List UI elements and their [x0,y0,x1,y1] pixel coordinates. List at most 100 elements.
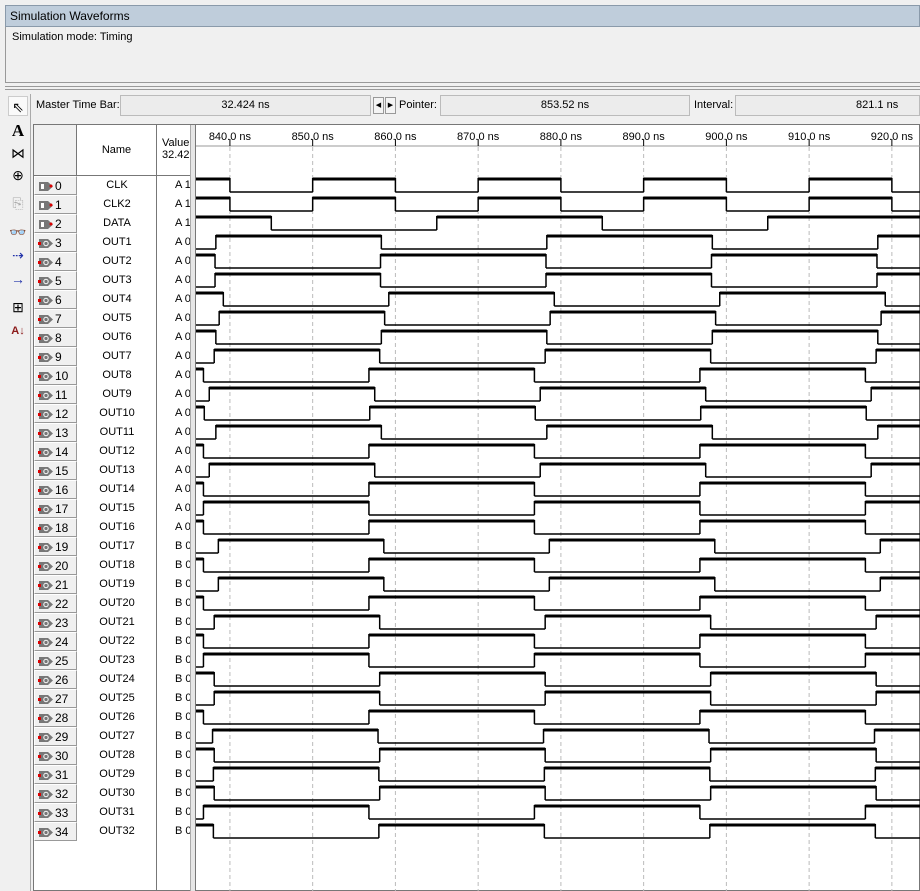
signal-row[interactable]: 14 OUT12 A 0 [34,442,190,461]
signal-name[interactable]: OUT30 [77,787,157,799]
signal-name[interactable]: OUT27 [77,730,157,742]
sort-az-icon[interactable]: A↓ [8,321,28,341]
signal-row[interactable]: 22 OUT20 B 0 [34,594,190,613]
pointer-icon[interactable]: ⇖ [8,96,28,116]
signal-row[interactable]: 16 OUT14 A 0 [34,480,190,499]
simulation-mode-text: Simulation mode: Timing [12,31,133,43]
signal-name[interactable]: OUT24 [77,673,157,685]
signal-index: 27 [55,692,69,706]
time-bar-prev-button[interactable]: ◀ [373,97,384,114]
signal-name[interactable]: CLK2 [77,198,157,210]
signal-row[interactable]: 20 OUT18 B 0 [34,556,190,575]
pane-splitter[interactable] [5,86,920,90]
signal-name[interactable]: OUT19 [77,578,157,590]
signal-name[interactable]: OUT7 [77,350,157,362]
interval-field[interactable]: 821.1 ns [735,95,920,116]
output-pin-icon: 33 [34,803,77,822]
signal-row[interactable]: 0 CLK A 1 [34,176,190,195]
signal-row[interactable]: 12 OUT10 A 0 [34,404,190,423]
signal-name[interactable]: OUT23 [77,654,157,666]
value-column-header[interactable]: Value 32.42 [157,125,190,176]
signal-name[interactable]: OUT6 [77,331,157,343]
signal-name[interactable]: OUT18 [77,559,157,571]
signal-value: A 0 [175,293,190,305]
signal-row[interactable]: 24 OUT22 B 0 [34,632,190,651]
signal-name[interactable]: OUT25 [77,692,157,704]
signal-name[interactable]: OUT28 [77,749,157,761]
signal-index: 23 [55,616,69,630]
signal-name[interactable]: OUT12 [77,445,157,457]
signal-name[interactable]: OUT21 [77,616,157,628]
signal-index: 17 [55,502,69,516]
signal-row[interactable]: 18 OUT16 A 0 [34,518,190,537]
signal-row[interactable]: 6 OUT4 A 0 [34,290,190,309]
time-tick-label: 920.0 ns [871,131,914,143]
signal-name[interactable]: OUT14 [77,483,157,495]
signal-row[interactable]: 30 OUT28 B 0 [34,746,190,765]
pointer-field[interactable]: 853.52 ns [440,95,690,116]
signal-name[interactable]: OUT16 [77,521,157,533]
find-icon[interactable]: 👓 [8,222,28,242]
master-time-bar-field[interactable]: 32.424 ns [120,95,371,116]
signal-name[interactable]: OUT32 [77,825,157,837]
signal-name[interactable]: OUT2 [77,255,157,267]
signal-name[interactable]: OUT8 [77,369,157,381]
signal-row[interactable]: 29 OUT27 B 0 [34,727,190,746]
signal-name[interactable]: OUT11 [77,426,157,438]
signal-name[interactable]: OUT20 [77,597,157,609]
signal-name[interactable]: DATA [77,217,157,229]
signal-row[interactable]: 3 OUT1 A 0 [34,233,190,252]
signal-row[interactable]: 26 OUT24 B 0 [34,670,190,689]
output-pin-icon: 13 [34,423,77,442]
signal-name[interactable]: OUT4 [77,293,157,305]
signal-row[interactable]: 19 OUT17 B 0 [34,537,190,556]
signal-name[interactable]: OUT15 [77,502,157,514]
signal-row[interactable]: 23 OUT21 B 0 [34,613,190,632]
signal-row[interactable]: 5 OUT3 A 0 [34,271,190,290]
signal-row[interactable]: 7 OUT5 A 0 [34,309,190,328]
signal-name[interactable]: OUT5 [77,312,157,324]
signal-name[interactable]: OUT1 [77,236,157,248]
time-tick-label: 860.0 ns [374,131,417,143]
zoom-icon[interactable]: ⊕ [8,165,28,185]
signal-row[interactable]: 17 OUT15 A 0 [34,499,190,518]
output-pin-icon: 10 [34,366,77,385]
signal-name[interactable]: OUT22 [77,635,157,647]
signal-name[interactable]: OUT9 [77,388,157,400]
signal-row[interactable]: 32 OUT30 B 0 [34,784,190,803]
signal-row[interactable]: 33 OUT31 B 0 [34,803,190,822]
signal-row[interactable]: 34 OUT32 B 0 [34,822,190,841]
signal-row[interactable]: 27 OUT25 B 0 [34,689,190,708]
grid-snap-icon[interactable]: ⊞ [8,297,28,317]
signal-row[interactable]: 31 OUT29 B 0 [34,765,190,784]
signal-name[interactable]: OUT13 [77,464,157,476]
waveform-edit-icon[interactable]: ⋈ [8,143,28,163]
signal-row[interactable]: 2 DATA A 1 [34,214,190,233]
signal-row[interactable]: 25 OUT23 B 0 [34,651,190,670]
signal-row[interactable]: 28 OUT26 B 0 [34,708,190,727]
arrow-right-icon[interactable]: → [8,269,28,289]
time-bar-next-button[interactable]: ▶ [385,97,396,114]
text-tool-icon[interactable]: A [8,121,28,141]
signal-name[interactable]: OUT31 [77,806,157,818]
signal-row[interactable]: 11 OUT9 A 0 [34,385,190,404]
waveform-display[interactable]: 840.0 ns 850.0 ns 860.0 ns 870.0 ns 880.0 ns… [196,125,920,891]
copy-icon[interactable]: ⎘ [8,193,28,213]
signal-name[interactable]: OUT17 [77,540,157,552]
signal-name[interactable]: OUT10 [77,407,157,419]
signal-row[interactable]: 8 OUT6 A 0 [34,328,190,347]
find-next-icon[interactable]: ⇢ [8,245,28,265]
signal-row[interactable]: 21 OUT19 B 0 [34,575,190,594]
signal-row[interactable]: 13 OUT11 A 0 [34,423,190,442]
signal-name[interactable]: CLK [77,179,157,191]
signal-row[interactable]: 9 OUT7 A 0 [34,347,190,366]
signal-name[interactable]: OUT3 [77,274,157,286]
signal-row[interactable]: 15 OUT13 A 0 [34,461,190,480]
signal-row[interactable]: 10 OUT8 A 0 [34,366,190,385]
name-column-header[interactable]: Name [77,125,157,176]
signal-row[interactable]: 1 CLK2 A 1 [34,195,190,214]
signal-value: B 0 [175,635,190,647]
signal-name[interactable]: OUT29 [77,768,157,780]
signal-row[interactable]: 4 OUT2 A 0 [34,252,190,271]
signal-name[interactable]: OUT26 [77,711,157,723]
